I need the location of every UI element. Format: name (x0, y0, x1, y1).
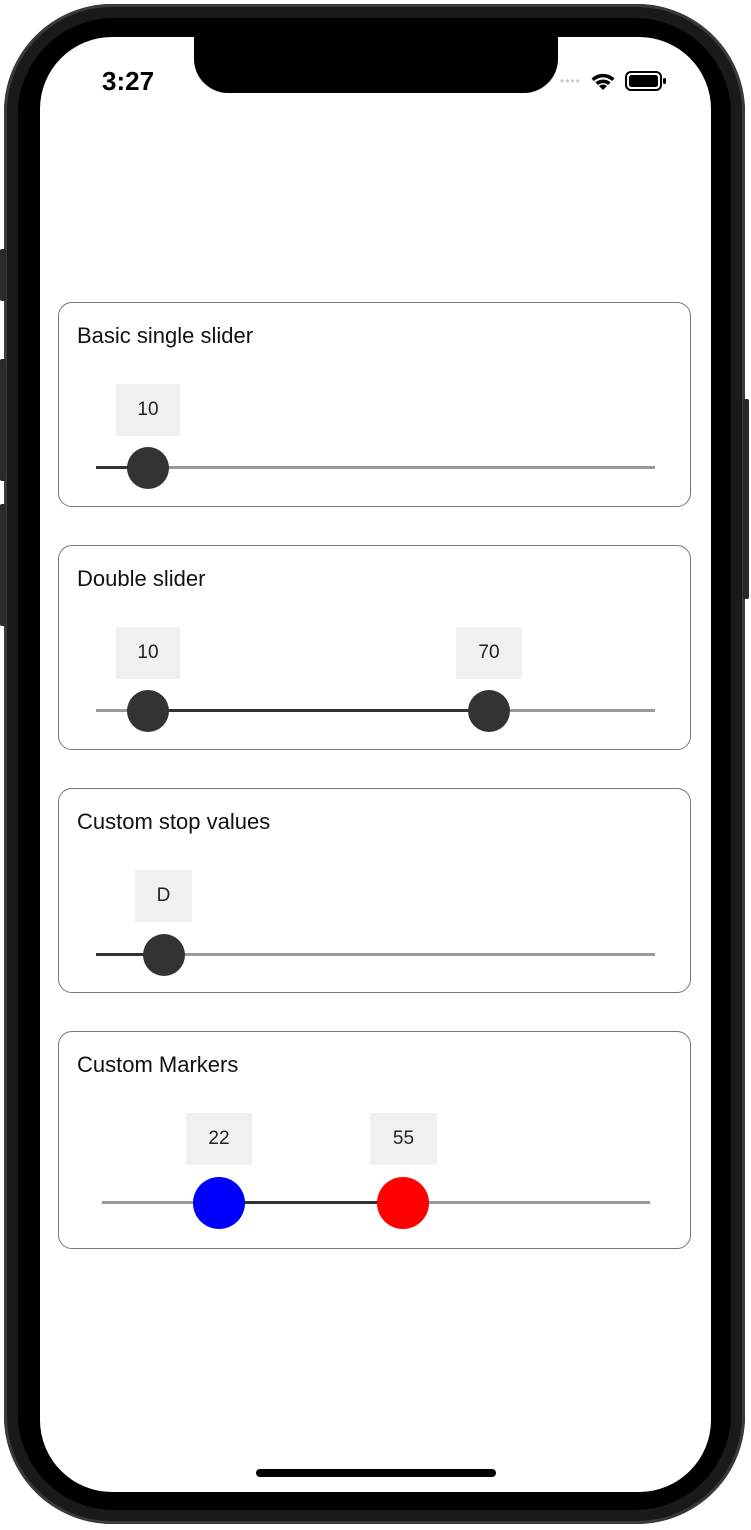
notch (194, 37, 558, 93)
slider-value-label: D (135, 870, 192, 922)
slider-thumb[interactable] (143, 934, 185, 976)
status-icons: •••• (560, 69, 667, 93)
cellular-signal-icon: •••• (560, 74, 581, 88)
volume-down-button (0, 504, 6, 626)
card-title: Double slider (77, 566, 206, 591)
slider-max-value-label: 55 (370, 1113, 437, 1165)
slider-track[interactable] (96, 466, 655, 469)
basic-single-slider-card: Basic single slider 10 (58, 302, 691, 507)
status-time: 3:27 (102, 66, 155, 96)
slider-value-label: 10 (116, 384, 180, 436)
slider-track-selected (149, 709, 489, 712)
custom-stop-values-card: Custom stop values D (58, 788, 691, 993)
custom-markers-card: Custom Markers 22 55 (58, 1031, 691, 1249)
home-indicator (256, 1469, 496, 1477)
double-slider-card: Double slider 10 70 (58, 545, 691, 750)
slider-max-value-label: 70 (456, 627, 522, 679)
slider-max-marker[interactable] (377, 1177, 429, 1229)
volume-up-button (0, 359, 6, 481)
mute-switch (0, 249, 6, 301)
wifi-icon (591, 73, 615, 90)
slider-min-value-label: 22 (186, 1113, 252, 1165)
power-button (743, 399, 749, 599)
card-title: Custom Markers (77, 1052, 239, 1077)
slider-max-thumb[interactable] (468, 690, 510, 732)
slider-min-thumb[interactable] (127, 690, 169, 732)
slider-min-value-label: 10 (116, 627, 180, 679)
slider-track-selected (219, 1201, 403, 1204)
card-title: Basic single slider (77, 323, 254, 348)
slider-min-marker[interactable] (193, 1177, 245, 1229)
screen: 3:27 •••• Basic single slider 10 Double … (40, 37, 711, 1492)
slider-thumb[interactable] (127, 447, 169, 489)
card-title: Custom stop values (77, 809, 271, 834)
battery-icon (624, 71, 666, 91)
